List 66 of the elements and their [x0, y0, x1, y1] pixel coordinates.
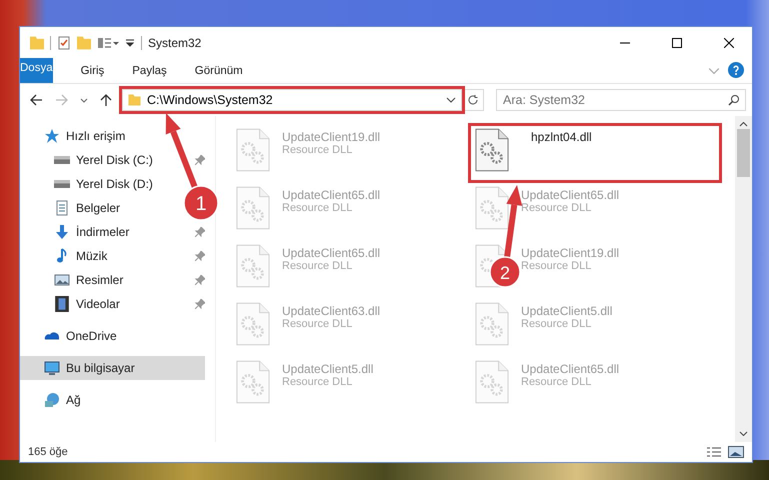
ribbon-tab[interactable]: Görünüm [180, 58, 257, 83]
sidebar-item[interactable]: Ağ [20, 388, 89, 412]
window-title: System32 [148, 36, 202, 50]
sidebar-item[interactable]: Videolar [20, 292, 128, 316]
dll-file-icon [475, 128, 509, 172]
monitor-icon [44, 360, 60, 376]
document-icon [54, 200, 70, 216]
checklist-icon[interactable] [57, 36, 71, 50]
file-type: Resource DLL [521, 376, 592, 388]
drive-icon [54, 180, 70, 188]
maximize-icon [672, 38, 682, 48]
up-arrow-icon [99, 93, 113, 107]
file-type: Resource DLL [282, 202, 354, 214]
scrollbar-thumb[interactable] [737, 129, 750, 177]
close-icon [724, 38, 734, 48]
film-icon [54, 296, 70, 312]
large-icons-view-icon[interactable] [728, 446, 744, 458]
down-arrow-icon [54, 224, 70, 240]
dll-file-icon [475, 360, 509, 404]
file-type: Resource DLL [521, 260, 592, 272]
file-type: Resource DLL [521, 318, 592, 330]
address-field[interactable]: C:\Windows\System32 [122, 89, 462, 111]
dll-file-icon [475, 186, 509, 230]
search-icon[interactable] [728, 94, 740, 106]
sidebar-item[interactable]: Yerel Disk (D:) [20, 172, 161, 196]
dll-file-icon [236, 360, 270, 404]
picture-icon [54, 272, 70, 288]
sidebar-item[interactable]: Müzik [20, 244, 116, 268]
network-icon [44, 392, 60, 408]
details-view-icon[interactable] [706, 447, 722, 457]
up-chevron-icon[interactable] [739, 122, 748, 127]
sidebar-item[interactable]: Yerel Disk (C:) [20, 148, 161, 172]
file-type: Resource DLL [282, 144, 354, 156]
file-type: Resource DLL [521, 202, 592, 214]
sidebar-item[interactable]: Hızlı erişim [20, 124, 134, 148]
right-arrow-icon [55, 93, 69, 107]
scrollbar[interactable] [735, 116, 752, 442]
sidebar-item[interactable]: Resimler [20, 268, 132, 292]
chevron-icon [80, 98, 88, 102]
sidebar-item[interactable]: Bu bilgisayar [20, 356, 205, 380]
dll-file-icon [236, 244, 270, 288]
dll-file-icon [236, 128, 270, 172]
down-chevron-icon[interactable] [739, 431, 748, 436]
chevron-icon[interactable] [446, 97, 456, 103]
left-arrow-icon [29, 93, 43, 107]
drive-icon [54, 156, 70, 164]
sidebar-item[interactable]: İndirmeler [20, 220, 138, 244]
sidebar-item[interactable]: Belgeler [20, 196, 128, 220]
file-type: Resource DLL [282, 376, 354, 388]
file-type: Resource DLL [282, 318, 354, 330]
properties-icon[interactable] [97, 36, 119, 50]
selected-file[interactable]: hpzlnt04.dll [469, 124, 721, 182]
file-name[interactable]: hpzlnt04.dll [531, 128, 592, 144]
ribbon-tab[interactable]: Giriş [66, 58, 118, 83]
sidebar-item[interactable]: OneDrive [20, 324, 125, 348]
file-type: Resource DLL [282, 260, 354, 272]
search-field[interactable]: Ara: System32 [496, 89, 746, 111]
file-menu-tab[interactable]: Dosya [20, 58, 53, 83]
dll-file-icon [236, 302, 270, 346]
ribbon-tab[interactable]: Paylaş [118, 58, 181, 83]
star-icon [44, 128, 60, 144]
dll-file-icon [236, 186, 270, 230]
help-icon[interactable] [728, 62, 744, 78]
refresh-icon [467, 94, 479, 106]
item-count: 165 öğe [28, 446, 69, 458]
dll-file-icon [475, 302, 509, 346]
